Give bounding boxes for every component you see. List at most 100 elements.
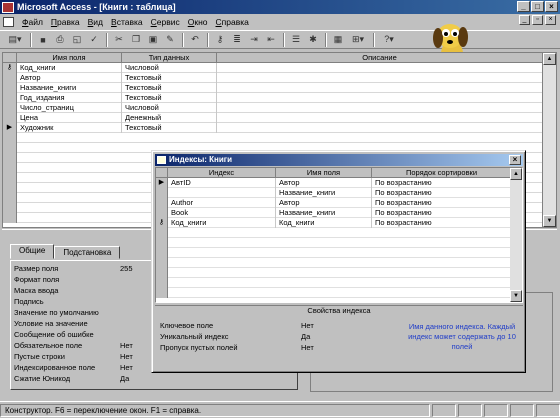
table-row[interactable]	[156, 288, 512, 298]
primary-key-icon[interactable]: ⚷	[212, 32, 228, 47]
row-selector[interactable]	[156, 288, 168, 298]
row-selector-header[interactable]	[156, 168, 168, 178]
table-row[interactable]	[3, 133, 543, 143]
tab-general[interactable]: Общие	[10, 244, 55, 259]
help-icon[interactable]: ?▾	[378, 32, 400, 47]
row-selector[interactable]	[3, 93, 17, 103]
primary-key-icon[interactable]: ⚷	[3, 63, 17, 73]
row-selector[interactable]	[156, 208, 168, 218]
index-property-value[interactable]: Нет	[298, 321, 380, 331]
index-field-cell[interactable]: Код_книги	[276, 218, 372, 228]
doc-minimize-button[interactable]: _	[519, 15, 530, 25]
table-row[interactable]	[156, 248, 512, 258]
description-cell[interactable]	[217, 73, 543, 83]
index-field-cell[interactable]: Название_книги	[276, 208, 372, 218]
field-name-cell[interactable]: Название_книги	[17, 83, 122, 93]
indexes-icon[interactable]: ≣	[229, 32, 245, 47]
row-selector[interactable]	[3, 193, 17, 203]
table-row[interactable]: Название_книги Текстовый	[3, 83, 543, 93]
sort-order-cell[interactable]: По возрастанию	[372, 178, 512, 188]
row-selector[interactable]	[3, 153, 17, 163]
description-cell[interactable]	[217, 113, 543, 123]
maximize-button[interactable]: □	[531, 1, 544, 12]
table-row[interactable]: Название_книги По возрастанию	[156, 188, 512, 198]
column-header-data-type[interactable]: Тип данных	[122, 53, 217, 63]
table-row[interactable]: Число_страниц Числовой	[3, 103, 543, 113]
table-row[interactable]: ⚷ Код_книги Код_книги По возрастанию	[156, 218, 512, 228]
sort-order-cell[interactable]: По возрастанию	[372, 198, 512, 208]
column-header-description[interactable]: Описание	[217, 53, 543, 63]
data-type-cell[interactable]: Текстовый	[122, 123, 217, 133]
index-field-cell[interactable]: Автор	[276, 178, 372, 188]
row-selector[interactable]	[3, 113, 17, 123]
preview-icon[interactable]: ◱	[69, 32, 85, 47]
undo-icon[interactable]: ↶	[187, 32, 203, 47]
column-header-field-name[interactable]: Имя поля	[276, 168, 372, 178]
field-name-cell[interactable]: Художник	[17, 123, 122, 133]
sort-order-cell[interactable]: По возрастанию	[372, 208, 512, 218]
row-selector[interactable]	[156, 188, 168, 198]
row-selector[interactable]	[3, 73, 17, 83]
delete-row-icon[interactable]: ⇤	[263, 32, 279, 47]
table-row[interactable]	[156, 268, 512, 278]
column-header-index[interactable]: Индекс	[168, 168, 276, 178]
data-type-cell[interactable]: Денежный	[122, 113, 217, 123]
row-selector[interactable]	[3, 183, 17, 193]
database-window-icon[interactable]: ▦	[330, 32, 346, 47]
table-row[interactable]: ▶ AвтID Автор По возрастанию	[156, 178, 512, 188]
description-cell[interactable]	[217, 93, 543, 103]
close-button[interactable]: ×	[545, 1, 558, 12]
row-selector[interactable]	[3, 163, 17, 173]
row-selector[interactable]	[156, 278, 168, 288]
doc-restore-button[interactable]: ▫	[532, 15, 543, 25]
row-selector[interactable]	[156, 228, 168, 238]
row-selector[interactable]	[156, 258, 168, 268]
index-name-cell[interactable]: AвтID	[168, 178, 276, 188]
field-name-cell[interactable]: Код_книги	[17, 63, 122, 73]
index-property-value[interactable]: Да	[298, 332, 380, 342]
data-type-cell[interactable]: Текстовый	[122, 73, 217, 83]
print-icon[interactable]: ⎙	[52, 32, 68, 47]
tab-lookup[interactable]: Подстановка	[54, 246, 121, 259]
menu-help[interactable]: Справка	[212, 17, 253, 27]
table-row[interactable]	[156, 258, 512, 268]
row-selector[interactable]	[3, 133, 17, 143]
paste-icon[interactable]: ▣	[145, 32, 161, 47]
sort-order-cell[interactable]: По возрастанию	[372, 188, 512, 198]
index-property-row[interactable]: Ключевое поле Нет	[160, 321, 380, 331]
field-name-cell[interactable]: Год_издания	[17, 93, 122, 103]
index-name-cell[interactable]	[168, 188, 276, 198]
scroll-down-icon[interactable]: ▼	[543, 215, 556, 227]
column-header-field-name[interactable]: Имя поля	[17, 53, 122, 63]
access-app-icon[interactable]	[2, 1, 14, 13]
current-row-indicator-icon[interactable]: ▶	[156, 178, 168, 188]
menu-view[interactable]: Вид	[84, 17, 107, 27]
field-name-cell[interactable]: Цена	[17, 113, 122, 123]
properties-icon[interactable]: ☰	[288, 32, 304, 47]
property-row[interactable]: Сжатие Юникод Да	[14, 373, 294, 384]
copy-icon[interactable]: ❐	[128, 32, 144, 47]
menu-tools[interactable]: Сервис	[147, 17, 184, 27]
new-object-icon[interactable]: ⊞▾	[347, 32, 369, 47]
description-cell[interactable]	[217, 103, 543, 113]
save-icon[interactable]: ■	[35, 32, 51, 47]
row-selector[interactable]	[3, 143, 17, 153]
description-cell[interactable]	[217, 123, 543, 133]
menu-window[interactable]: Окно	[184, 17, 212, 27]
scroll-down-icon[interactable]: ▼	[510, 290, 522, 302]
scroll-up-icon[interactable]: ▲	[510, 168, 522, 180]
row-selector[interactable]	[3, 203, 17, 213]
index-name-cell[interactable]: Код_книги	[168, 218, 276, 228]
table-row[interactable]: Цена Денежный	[3, 113, 543, 123]
indexes-grid-scrollbar[interactable]: ▲ ▼	[510, 168, 522, 302]
index-property-row[interactable]: Уникальный индекс Да	[160, 332, 380, 342]
doc-close-button[interactable]: ×	[545, 15, 556, 25]
row-selector[interactable]	[3, 103, 17, 113]
design-grid-scrollbar[interactable]: ▲ ▼	[542, 53, 556, 227]
menu-file[interactable]: Файл	[18, 17, 47, 27]
sort-order-cell[interactable]: По возрастанию	[372, 218, 512, 228]
data-type-cell[interactable]: Текстовый	[122, 83, 217, 93]
row-selector[interactable]	[156, 198, 168, 208]
primary-key-icon[interactable]: ⚷	[156, 218, 168, 228]
data-type-cell[interactable]: Текстовый	[122, 93, 217, 103]
